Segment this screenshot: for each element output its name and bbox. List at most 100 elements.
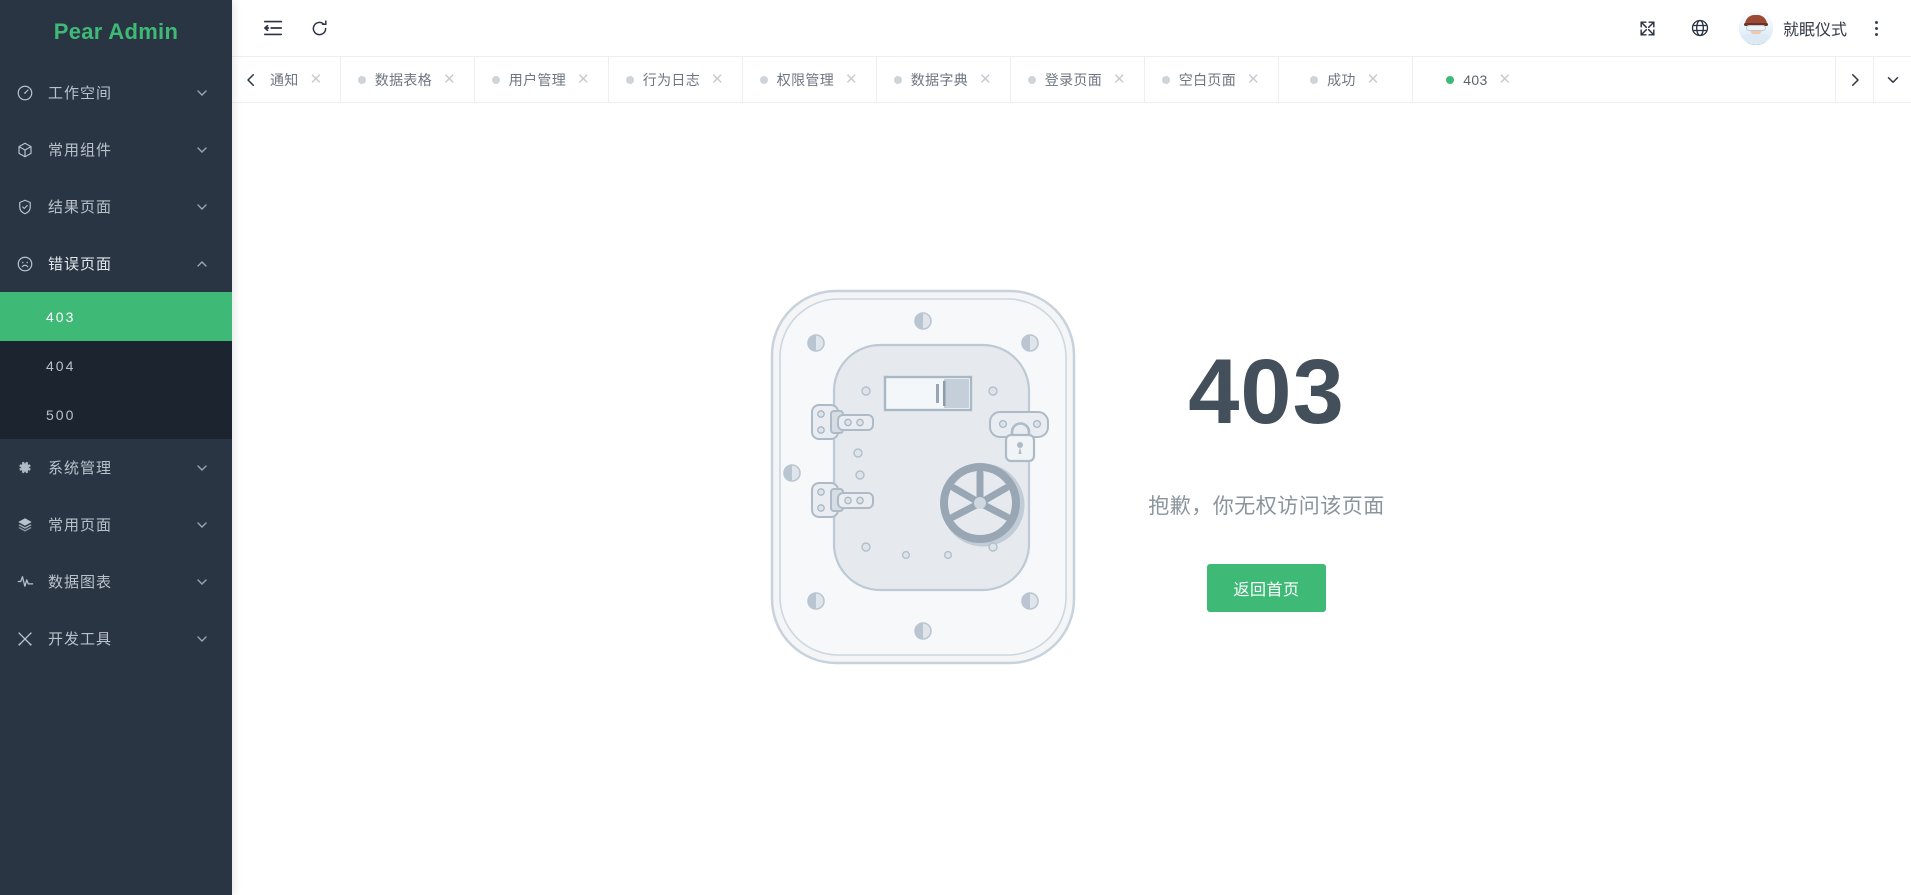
sidebar-item-label: 系统管理: [48, 460, 113, 477]
shield-check-icon: [16, 197, 42, 217]
chevron-down-icon: [194, 142, 210, 158]
error-text-block: 403 抱歉，你无权访问该页面 返回首页: [1148, 346, 1385, 612]
main-area: 就眠仪式 通知 ✕ 数据表格 ✕ 用户管理 ✕ 行为日志 ✕ 权限管理 ✕ 数据…: [232, 0, 1911, 895]
tab-status-dot: [625, 75, 634, 84]
error-code: 403: [1188, 341, 1345, 443]
tab-blank-page[interactable]: 空白页面 ✕: [1144, 57, 1279, 102]
menu-collapse-icon[interactable]: [250, 5, 296, 51]
tab-label: 403: [1463, 71, 1488, 88]
tab-status-dot: [759, 75, 768, 84]
chevron-down-icon: [194, 574, 210, 590]
sidebar-item-components[interactable]: 常用组件: [0, 121, 232, 178]
gear-icon: [16, 458, 42, 478]
tab-label: 权限管理: [776, 71, 834, 88]
tab-status-dot: [1161, 75, 1170, 84]
tab-login-page[interactable]: 登录页面 ✕: [1010, 57, 1145, 102]
sidebar-subitem-label: 404: [46, 357, 76, 374]
sidebar-item-403[interactable]: 403: [0, 292, 232, 341]
sidebar-nav: 工作空间 常用组件 结果页面 错误页面 403 404 500 系统管理 常用页…: [0, 64, 232, 667]
close-icon[interactable]: ✕: [709, 72, 726, 87]
close-icon[interactable]: ✕: [1497, 72, 1514, 87]
close-icon[interactable]: ✕: [1245, 72, 1262, 87]
sidebar-subitem-label: 500: [46, 406, 76, 423]
tab-action-log[interactable]: 行为日志 ✕: [608, 57, 743, 102]
refresh-icon[interactable]: [296, 5, 342, 51]
brand-logo[interactable]: Pear Admin: [0, 0, 232, 64]
vault-door-illustration: [758, 277, 1088, 682]
tab-status-dot: [893, 75, 902, 84]
tab-label: 数据字典: [910, 71, 968, 88]
tab-status-dot: [1027, 75, 1036, 84]
chevron-down-icon: [194, 517, 210, 533]
tab-dropdown-icon[interactable]: [1873, 57, 1911, 102]
close-icon[interactable]: ✕: [1365, 72, 1382, 87]
sidebar-item-label: 结果页面: [48, 199, 113, 216]
sidebar-submenu-error-pages: 403 404 500: [0, 292, 232, 439]
tab-label: 用户管理: [508, 71, 566, 88]
top-header: 就眠仪式: [232, 0, 1911, 56]
sidebar-item-data-charts[interactable]: 数据图表: [0, 553, 232, 610]
tab-permission-management[interactable]: 权限管理 ✕: [742, 57, 877, 102]
close-icon[interactable]: ✕: [1111, 72, 1128, 87]
tab-403[interactable]: 403 ✕: [1412, 57, 1547, 102]
tab-status-dot: [1310, 75, 1319, 84]
tools-icon: [16, 629, 42, 649]
tab-data-dictionary[interactable]: 数据字典 ✕: [876, 57, 1011, 102]
chevron-right-icon[interactable]: [1835, 57, 1873, 102]
chevron-down-icon: [194, 460, 210, 476]
sidebar-item-label: 数据图表: [48, 574, 113, 591]
globe-icon[interactable]: [1677, 5, 1723, 51]
sidebar-item-label: 工作空间: [48, 85, 113, 102]
tab-notification[interactable]: 通知 ✕: [270, 57, 341, 102]
chevron-down-icon: [194, 199, 210, 215]
sidebar-item-label: 常用组件: [48, 142, 113, 159]
sidebar-item-workspace[interactable]: 工作空间: [0, 64, 232, 121]
tab-bar: 通知 ✕ 数据表格 ✕ 用户管理 ✕ 行为日志 ✕ 权限管理 ✕ 数据字典 ✕ …: [232, 56, 1911, 103]
close-icon[interactable]: ✕: [575, 72, 592, 87]
error-description: 抱歉，你无权访问该页面: [1148, 495, 1385, 518]
close-icon[interactable]: ✕: [977, 72, 994, 87]
sidebar-item-label: 常用页面: [48, 517, 113, 534]
chevron-down-icon: [194, 85, 210, 101]
app-root: Pear Admin 工作空间 常用组件 结果页面 错误页面 403 404 5…: [0, 0, 1911, 895]
username-label: 就眠仪式: [1782, 22, 1847, 39]
pulse-icon: [16, 572, 42, 592]
tab-success[interactable]: 成功 ✕: [1278, 57, 1413, 102]
sidebar-item-label: 错误页面: [48, 256, 113, 273]
back-home-button[interactable]: 返回首页: [1207, 564, 1326, 612]
tab-list: 通知 ✕ 数据表格 ✕ 用户管理 ✕ 行为日志 ✕ 权限管理 ✕ 数据字典 ✕ …: [270, 57, 1835, 102]
user-menu[interactable]: 就眠仪式: [1729, 11, 1853, 45]
tab-label: 空白页面: [1178, 71, 1236, 88]
chevron-down-icon: [194, 631, 210, 647]
sidebar-item-result-pages[interactable]: 结果页面: [0, 178, 232, 235]
header-actions: 就眠仪式: [1625, 5, 1893, 51]
tab-data-table[interactable]: 数据表格 ✕: [340, 57, 475, 102]
sidebar-item-system-management[interactable]: 系统管理: [0, 439, 232, 496]
close-icon[interactable]: ✕: [308, 72, 325, 87]
sidebar-subitem-label: 403: [46, 308, 76, 325]
sidebar-item-404[interactable]: 404: [0, 341, 232, 390]
tab-user-management[interactable]: 用户管理 ✕: [474, 57, 609, 102]
tab-status-dot: [1446, 75, 1455, 84]
fullscreen-icon[interactable]: [1625, 5, 1671, 51]
tab-label: 登录页面: [1044, 71, 1102, 88]
tab-status-dot: [491, 75, 500, 84]
sidebar-item-500[interactable]: 500: [0, 390, 232, 439]
tab-label: 通知: [270, 71, 299, 88]
sidebar: Pear Admin 工作空间 常用组件 结果页面 错误页面 403 404 5…: [0, 0, 232, 895]
sidebar-item-dev-tools[interactable]: 开发工具: [0, 610, 232, 667]
close-icon[interactable]: ✕: [843, 72, 860, 87]
layers-icon: [16, 515, 42, 535]
tab-label: 数据表格: [374, 71, 432, 88]
tab-label: 行为日志: [642, 71, 700, 88]
tab-status-dot: [357, 75, 366, 84]
avatar: [1738, 11, 1773, 45]
brand-title: Pear Admin: [53, 19, 179, 44]
sidebar-item-label: 开发工具: [48, 631, 113, 648]
tab-label: 成功: [1327, 71, 1356, 88]
sidebar-item-error-pages[interactable]: 错误页面: [0, 235, 232, 292]
sidebar-item-common-pages[interactable]: 常用页面: [0, 496, 232, 553]
chevron-left-icon[interactable]: [232, 57, 270, 102]
close-icon[interactable]: ✕: [441, 72, 458, 87]
more-vertical-icon[interactable]: [1859, 8, 1893, 48]
